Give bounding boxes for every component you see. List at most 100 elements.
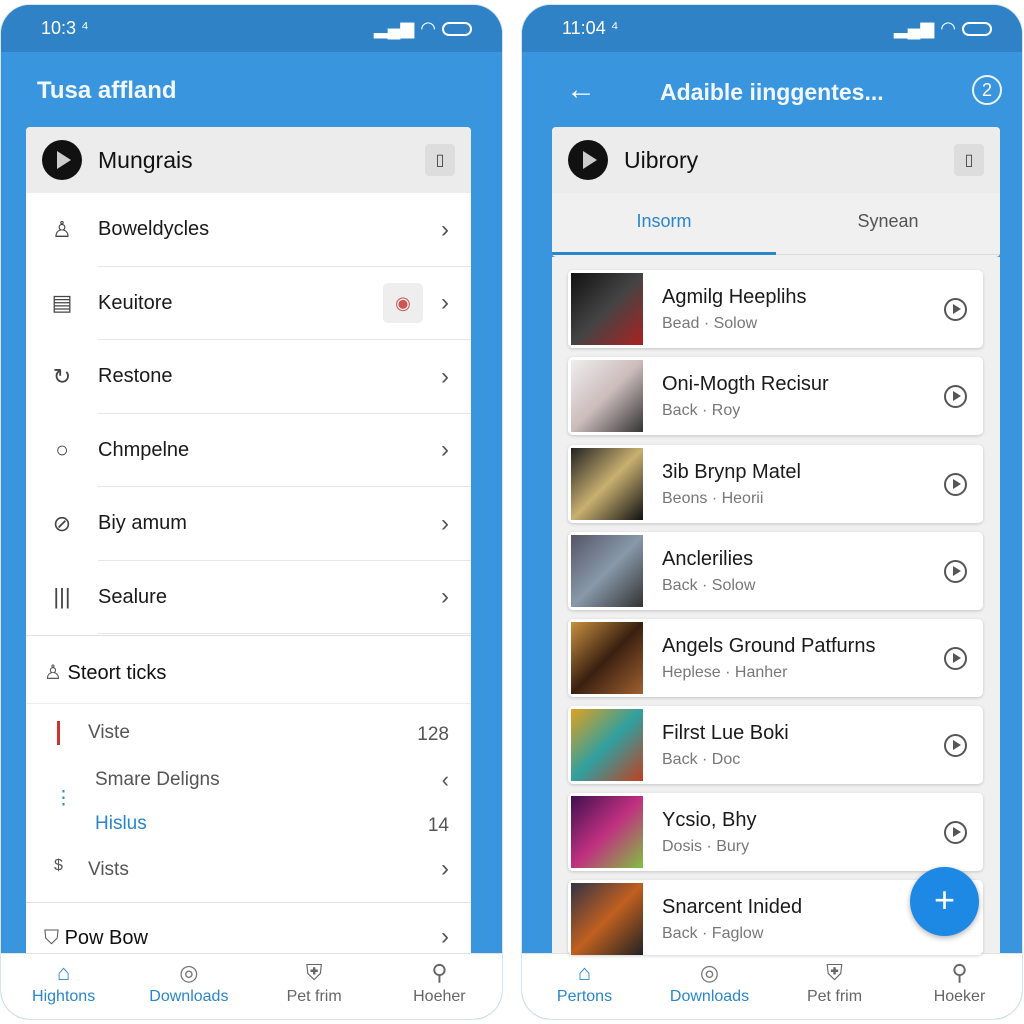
person-icon: ♙ [52,216,72,242]
nav-home[interactable]: ⌂ Pertons [522,954,647,1019]
comment-icon[interactable]: ◉ [383,283,423,324]
track-item[interactable]: Ycsio, Bhy Dosis · Bury [568,793,983,871]
play-icon[interactable] [42,140,82,180]
list-icon: ▤ [51,290,73,316]
track-title: Anclerilies [662,548,754,570]
sub-value: 128 [417,724,449,745]
sub-value: 14 [427,815,449,836]
card-header: Mungrais ▯ [26,127,471,193]
nav-downloads[interactable]: ◎ Downloads [126,954,251,1019]
album-art [571,535,643,607]
track-title: Filrst Lue Boki [662,722,789,744]
page-title: Adaible iinggentes... [660,79,884,105]
album-art [571,622,643,694]
nav-label: Hightons [32,988,96,1005]
menu-row[interactable]: ○ Chmpelne › [26,414,471,488]
battery-icon [442,21,472,36]
play-circle-icon[interactable] [944,821,967,844]
menu-row[interactable]: ↻ Restone › [26,340,471,414]
chevron-right-icon: › [441,923,449,950]
row-label: Boweldycles [98,218,210,241]
menu-row[interactable]: ⛉ Pow Bow [44,927,148,950]
chevron-left-icon[interactable]: ‹ [442,767,449,793]
track-title: Angels Ground Patfurns [662,635,876,657]
play-circle-icon[interactable] [944,473,967,496]
row-label: Sealure [98,585,167,608]
tab-synean[interactable]: Synean [776,193,1000,255]
album-art [571,448,643,520]
signal-icon: ▂▄▆ [373,18,415,38]
track-artist: Dosis · Bury [662,838,750,855]
plus-icon: + [933,879,956,920]
track-item[interactable]: Oni-Mogth Recisur Back · Roy [568,357,983,435]
status-time: 11:04 ⁴ [562,18,619,38]
signal-icon: ▂▄▆ [893,18,935,38]
play-circle-icon[interactable] [944,734,967,757]
track-item[interactable]: Angels Ground Patfurns Heplese · Hanher [568,619,983,697]
compass-icon: ⊘ [52,510,72,536]
bookmark-icon[interactable]: ▯ [425,144,455,176]
row-label: Pow Bow [64,927,148,949]
track-item[interactable]: Filrst Lue Boki Back · Doc [568,706,983,784]
back-arrow-icon[interactable]: ← [566,73,596,107]
nav-label: Pet frim [286,988,342,1005]
bars-icon: ||| [53,584,71,610]
menu-row[interactable]: ||| Sealure › [26,561,471,635]
row-label: Restone [98,365,173,388]
play-circle-icon[interactable] [944,385,967,408]
track-artist: Back · Doc [662,751,741,768]
album-art [571,273,643,345]
chevron-right-icon: › [441,583,449,611]
row-label: Keuitore [98,291,173,314]
nav-search[interactable]: ⚲ Hoeher [377,954,502,1019]
menu-row[interactable]: ⊘ Biy amum › [26,487,471,561]
search-icon: ⚲ [951,960,968,985]
person-icon: ♙ [44,662,68,684]
track-item[interactable]: Anclerilies Back · Solow [568,532,983,610]
bottom-nav: ⌂ Hightons ◎ Downloads ⛨ Pet frim ⚲ Hoeher [1,953,502,1019]
play-circle-icon[interactable] [944,298,967,321]
sub-label[interactable]: Vists [88,859,129,881]
nav-search[interactable]: ⚲ Hoeker [897,954,1022,1019]
row-label: Chmpelne [98,438,190,461]
play-circle-icon[interactable] [944,647,967,670]
track-artist: Back · Roy [662,402,741,419]
track-title: Agmilg Heeplihs [662,286,807,308]
home-icon: ⌂ [56,960,71,985]
play-circle-icon[interactable] [944,560,967,583]
nav-pet[interactable]: ⛨ Pet frim [252,954,377,1019]
menu-row[interactable]: ♙ Boweldycles › [26,193,471,267]
bottom-nav: ⌂ Pertons ◎ Downloads ⛨ Pet frim ⚲ Hoeker [522,953,1022,1019]
nav-label: Downloads [669,988,750,1005]
album-art [571,360,643,432]
card-header: Uibrory ▯ [552,127,1000,193]
album-art [571,709,643,781]
card-title: Mungrais [98,146,193,173]
track-artist: Beons · Heorii [662,490,764,507]
bookmark-icon[interactable]: ▯ [954,144,984,176]
track-item[interactable]: Agmilg Heeplihs Bead · Solow [568,270,983,348]
tab-insorm[interactable]: Insorm [552,193,776,255]
help-icon[interactable]: 2 [972,75,1002,105]
nav-downloads[interactable]: ◎ Downloads [647,954,772,1019]
home-icon: ⌂ [577,960,592,985]
album-art [571,883,643,955]
sub-label[interactable]: Hislus [95,813,147,835]
track-item[interactable]: 3ib Brynp Matel Beons · Heorii [568,445,983,523]
track-artist: Heplese · Hanher [662,664,788,681]
album-art [571,796,643,868]
badge-icon: ⛉ [44,927,65,949]
status-bar: 10:3 ⁴ ▂▄▆ ◠ [1,5,502,52]
library-card: Uibrory ▯ Insorm Synean [552,127,1000,257]
section-header: ♙ Steort ticks [44,660,166,685]
menu-row[interactable]: ▤ Keuitore ◉ › [26,267,471,341]
nav-pet[interactable]: ⛨ Pet frim [772,954,897,1019]
track-title: 3ib Brynp Matel [662,461,801,483]
add-fab[interactable]: + [910,867,979,936]
nav-home[interactable]: ⌂ Hightons [1,954,126,1019]
sub-label[interactable]: Viste [88,722,130,744]
sub-label[interactable]: Smare Deligns [95,769,220,791]
dollar-icon: $ [54,857,63,874]
play-icon[interactable] [568,140,608,180]
track-title: Ycsio, Bhy [662,809,757,831]
